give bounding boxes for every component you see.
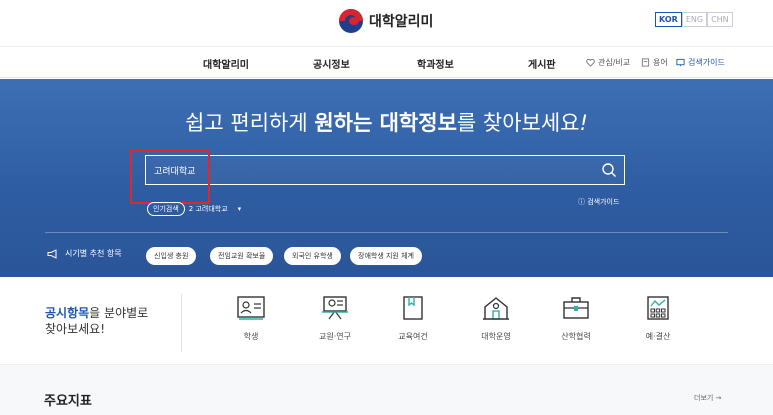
nav-item-board[interactable]: 게시판 bbox=[528, 56, 556, 71]
nav-util-glossary[interactable]: 용어 bbox=[641, 57, 668, 68]
chip-faculty-ratio[interactable]: 전임교원 확보율 bbox=[210, 247, 274, 265]
taegeuk-logo-icon bbox=[339, 9, 363, 33]
category-finance[interactable]: 예·결산 bbox=[628, 295, 688, 342]
search-box bbox=[145, 155, 625, 185]
category-label: 학생 bbox=[243, 332, 259, 341]
category-lead-bold: 공시항목 bbox=[45, 306, 90, 320]
popular-search: 인기검색 2 고려대학교 ▾ bbox=[147, 202, 241, 216]
nav-item-disclosure[interactable]: 공시정보 bbox=[313, 56, 350, 71]
search-guide-label: 검색가이드 bbox=[688, 58, 725, 67]
category-label: 교원·연구 bbox=[319, 332, 351, 341]
category-label: 산학협력 bbox=[561, 332, 591, 341]
category-lead-text: 공시항목을 분야별로 찾아보세요! bbox=[45, 305, 148, 337]
site-logo[interactable]: 대학알리미 bbox=[339, 9, 433, 33]
briefcase-icon bbox=[563, 297, 589, 319]
nav-util-search-guide[interactable]: 검색가이드 bbox=[676, 57, 725, 68]
lang-kor[interactable]: KOR bbox=[655, 12, 682, 27]
category-operation[interactable]: 대학운영 bbox=[466, 295, 526, 342]
category-label: 예·결산 bbox=[645, 332, 671, 341]
hero-divider bbox=[45, 232, 728, 233]
focus-highlight-box bbox=[130, 150, 210, 204]
lang-eng[interactable]: ENG bbox=[681, 12, 708, 27]
main-nav: 대학알리미 공시정보 학과정보 게시판 관심/비교 용어 검색가이드 bbox=[0, 46, 773, 78]
category-separator bbox=[181, 294, 182, 352]
popular-badge: 인기검색 bbox=[147, 202, 185, 216]
heart-icon bbox=[586, 58, 595, 67]
category-lead-rest: 을 분야별로 bbox=[89, 306, 149, 320]
category-education[interactable]: 교육여건 bbox=[383, 295, 443, 342]
chip-freshman-fill[interactable]: 신입생 충원 bbox=[146, 247, 197, 265]
search-icon[interactable] bbox=[601, 162, 617, 178]
search-input[interactable] bbox=[154, 156, 594, 184]
guide-link-label: 검색가이드 bbox=[587, 198, 620, 206]
category-industry[interactable]: 산학협력 bbox=[546, 295, 606, 342]
finance-chart-icon bbox=[647, 296, 669, 320]
chip-disabled-support[interactable]: 장애학생 지원 체계 bbox=[350, 247, 422, 265]
hero-title-suffix: 를 찾아보세요 bbox=[456, 111, 580, 135]
hero-search-section: 쉽고 편리하게 원하는 대학정보를 찾아보세요! 인기검색 2 고려대학교 ▾ … bbox=[0, 79, 773, 277]
category-section: 공시항목을 분야별로 찾아보세요! 학생 교원·연구 교육여건 대학운영 산학협… bbox=[0, 277, 773, 365]
chevron-down-icon[interactable]: ▾ bbox=[238, 205, 242, 213]
indicators-title: 주요지표 bbox=[44, 394, 92, 409]
nav-item-univ-info[interactable]: 대학알리미 bbox=[203, 56, 249, 71]
student-card-icon bbox=[237, 296, 265, 320]
book-icon bbox=[403, 296, 423, 320]
hero-title: 쉽고 편리하게 원하는 대학정보를 찾아보세요! bbox=[0, 107, 773, 137]
guide-monitor-icon bbox=[676, 58, 685, 67]
more-link[interactable]: 더보기 → bbox=[694, 393, 721, 403]
university-building-icon bbox=[483, 297, 509, 320]
season-recommend: 시기별 추천 항목 bbox=[47, 248, 122, 259]
category-student[interactable]: 학생 bbox=[221, 295, 281, 342]
popular-search-item[interactable]: 2 고려대학교 bbox=[189, 204, 228, 214]
dictionary-icon bbox=[641, 58, 650, 67]
chip-foreign-students[interactable]: 외국인 유학생 bbox=[284, 247, 341, 265]
hero-title-bold: 원하는 대학정보 bbox=[314, 111, 457, 135]
language-switcher: KOR ENG CHN bbox=[655, 12, 733, 27]
season-label: 시기별 추천 항목 bbox=[65, 249, 122, 258]
top-bar: 대학알리미 KOR ENG CHN bbox=[0, 0, 773, 46]
lang-chn[interactable]: CHN bbox=[707, 12, 733, 27]
search-guide-link[interactable]: ⓘ 검색가이드 bbox=[578, 197, 619, 207]
nav-item-department[interactable]: 학과정보 bbox=[417, 56, 454, 71]
category-label: 대학운영 bbox=[481, 332, 511, 341]
megaphone-icon bbox=[47, 248, 57, 259]
hero-title-mark: ! bbox=[579, 111, 588, 135]
compare-label: 관심/비교 bbox=[598, 58, 631, 67]
category-label: 교육여건 bbox=[398, 332, 428, 341]
glossary-label: 용어 bbox=[653, 58, 668, 67]
logo-text: 대학알리미 bbox=[369, 14, 434, 30]
presentation-board-icon bbox=[322, 296, 348, 320]
category-faculty[interactable]: 교원·연구 bbox=[305, 295, 365, 342]
key-indicators-section: 주요지표 더보기 → bbox=[0, 365, 773, 415]
category-lead-line2: 찾아보세요! bbox=[45, 322, 106, 336]
hero-title-prefix: 쉽고 편리하게 bbox=[185, 111, 315, 135]
nav-util-compare[interactable]: 관심/비교 bbox=[586, 57, 630, 68]
help-circle-icon: ⓘ bbox=[578, 198, 585, 206]
